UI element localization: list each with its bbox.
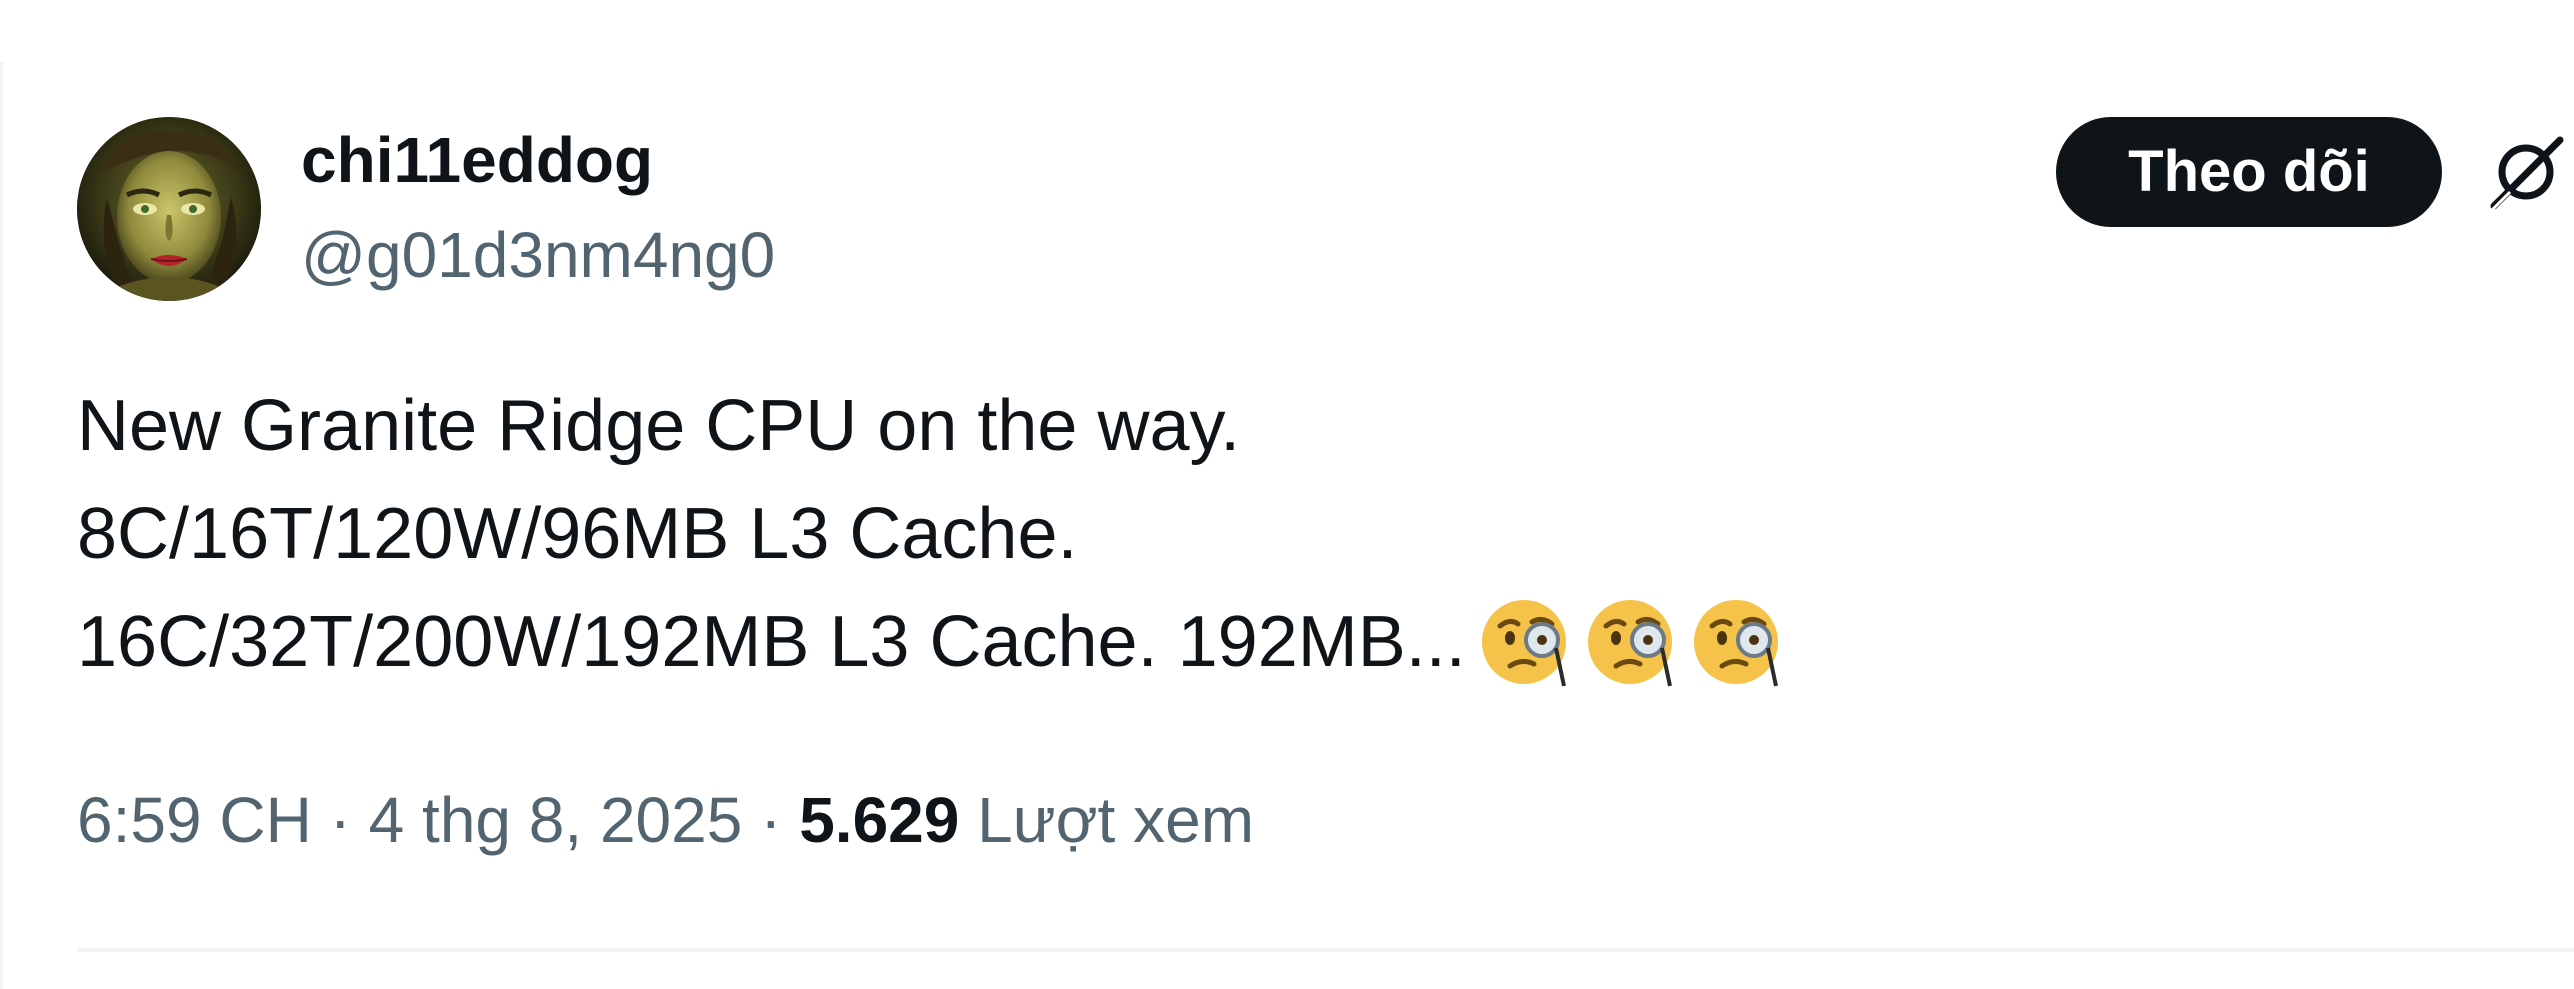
meta-separator: · bbox=[311, 784, 369, 856]
face-with-monocle-icon bbox=[1586, 596, 1678, 688]
divider bbox=[77, 948, 2574, 952]
tweet-line-with-emoji: 16C/32T/200W/192MB L3 Cache. 192MB... bbox=[77, 588, 1784, 696]
author-handle[interactable]: @g01d3nm4ng0 bbox=[301, 215, 775, 295]
author-display-name[interactable]: chi11eddog bbox=[301, 120, 653, 200]
follow-button[interactable]: Theo dõi bbox=[2056, 117, 2442, 227]
tweet-date[interactable]: 4 thg 8, 2025 bbox=[369, 784, 743, 856]
face-with-monocle-icon bbox=[1692, 596, 1784, 688]
tweet-time[interactable]: 6:59 CH bbox=[77, 784, 312, 856]
avatar-portrait-image bbox=[77, 117, 261, 301]
tweet-card: chi11eddog @g01d3nm4ng0 Theo dõi New Gra… bbox=[0, 0, 2574, 989]
face-with-monocle-icon bbox=[1480, 596, 1572, 688]
tweet-line: 8C/16T/120W/96MB L3 Cache. bbox=[77, 494, 1078, 574]
tweet-line-text: 16C/32T/200W/192MB L3 Cache. 192MB... bbox=[77, 602, 1466, 682]
grok-icon[interactable] bbox=[2486, 132, 2566, 212]
tweet-meta: 6:59 CH · 4 thg 8, 2025 · 5.629 Lượt xem bbox=[77, 780, 1254, 860]
tweet-text: New Granite Ridge CPU on the way. 8C/16T… bbox=[77, 372, 1784, 696]
views-label: Lượt xem bbox=[977, 784, 1254, 856]
views-count: 5.629 bbox=[799, 784, 960, 856]
avatar[interactable] bbox=[77, 117, 261, 301]
meta-separator: · bbox=[742, 784, 800, 856]
tweet-line: New Granite Ridge CPU on the way. bbox=[77, 386, 1241, 466]
